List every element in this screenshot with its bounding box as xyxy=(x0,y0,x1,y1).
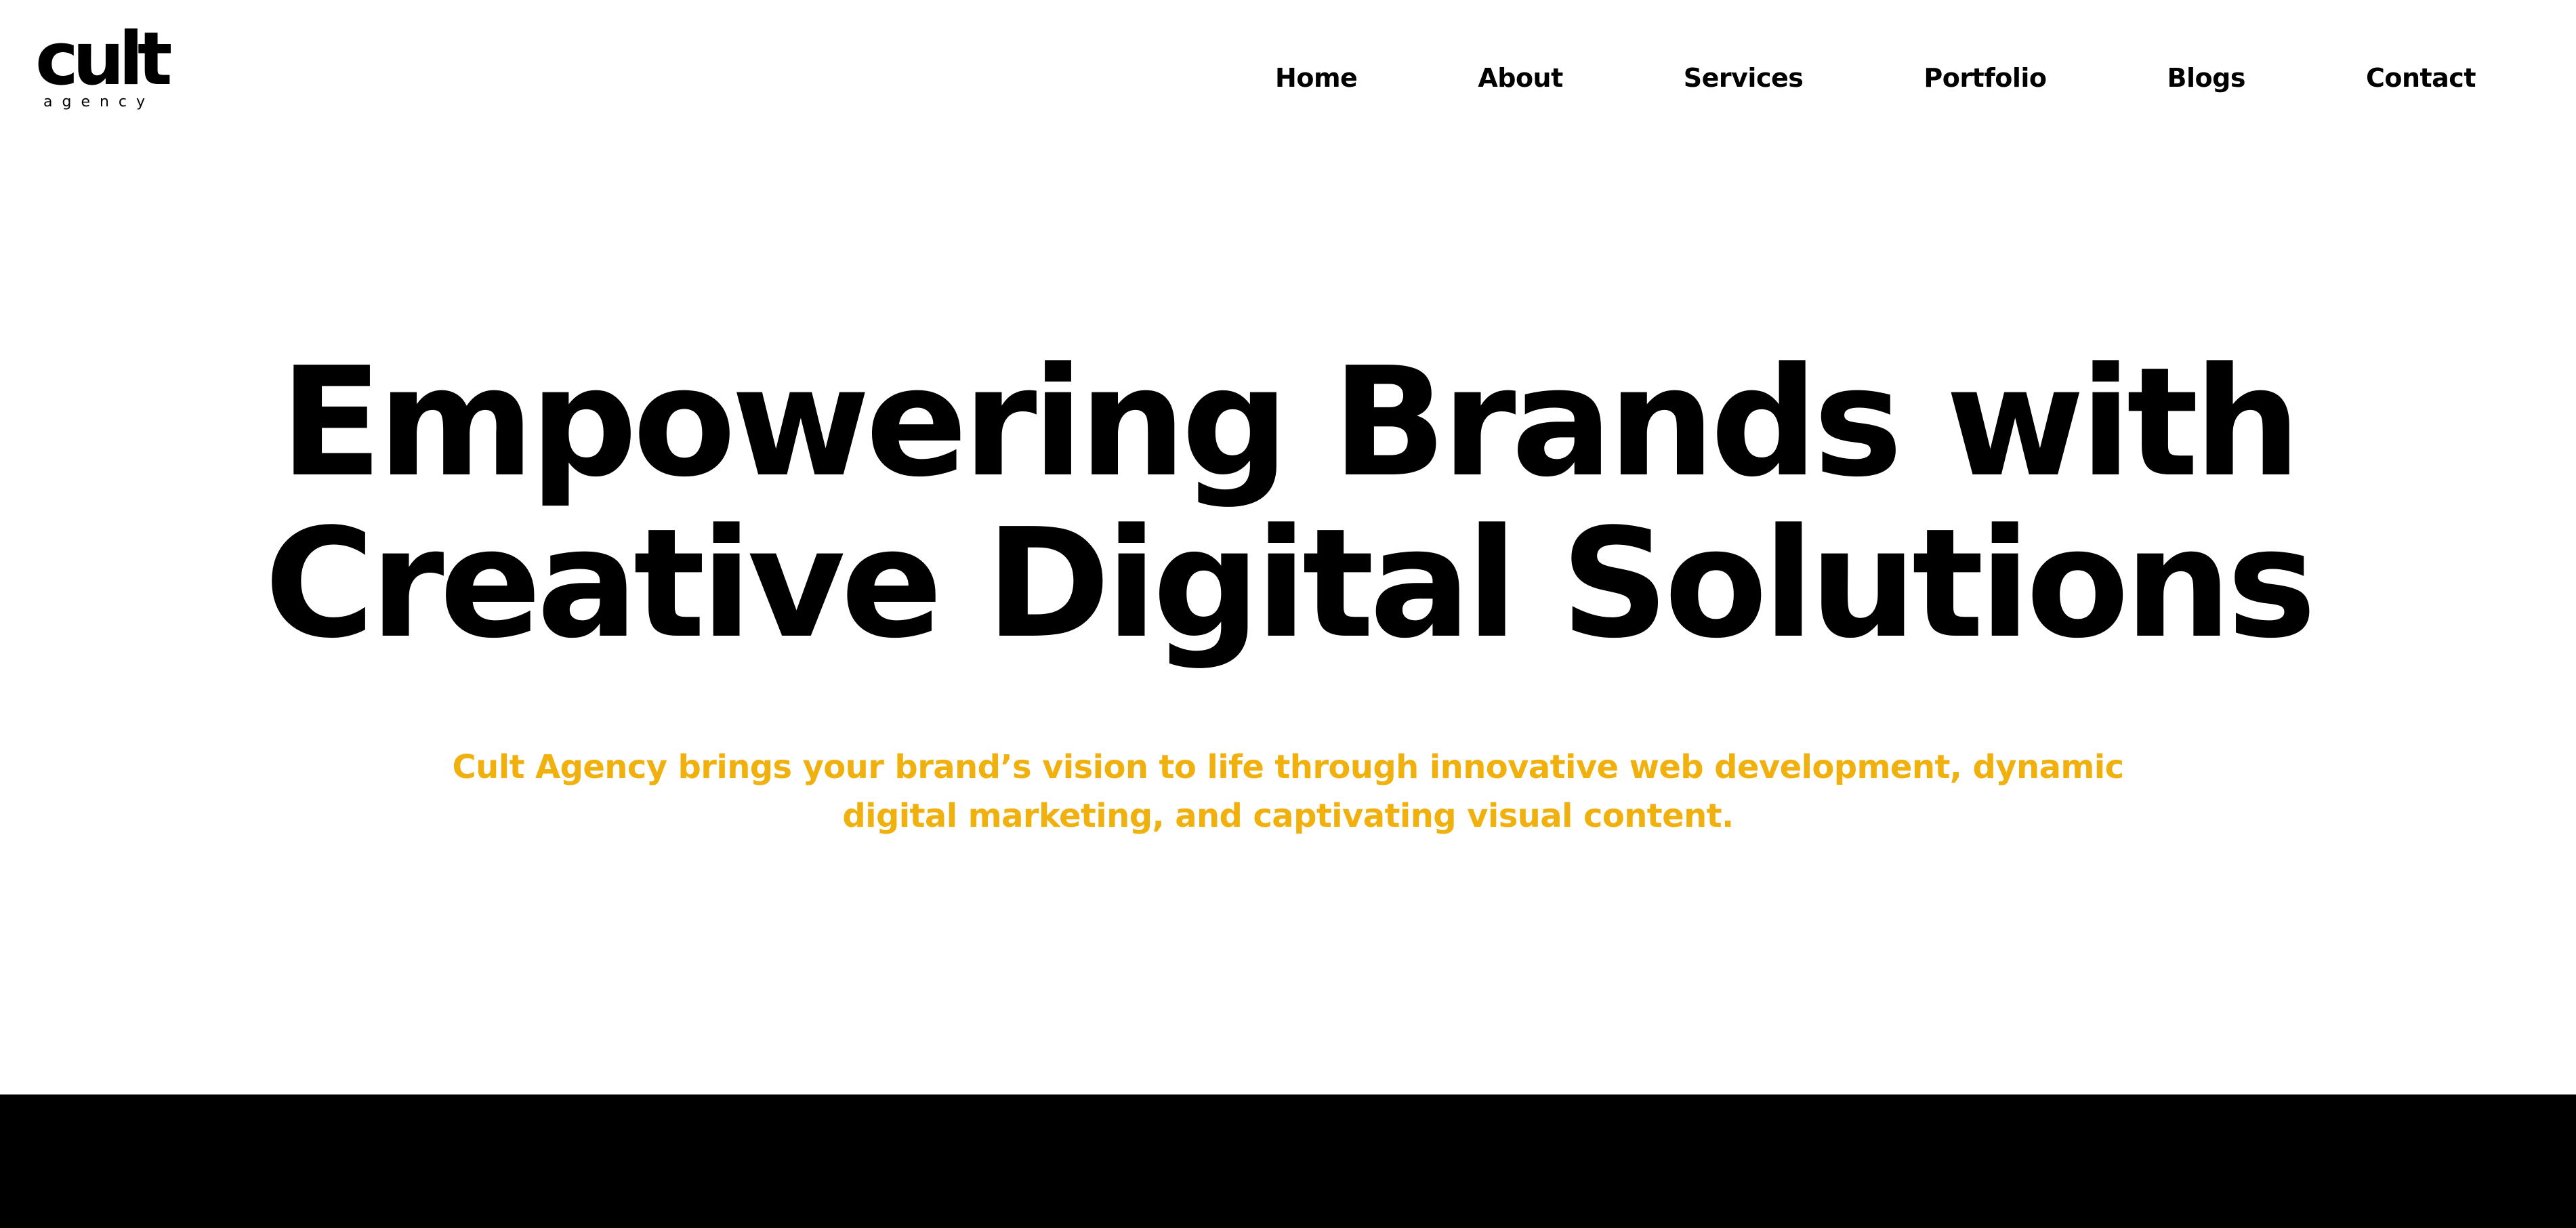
nav-about-link[interactable]: About xyxy=(1478,63,1563,93)
main-navigation: Home About Services Portfolio Blogs Cont… xyxy=(1275,54,2476,102)
nav-contact-link[interactable]: Contact xyxy=(2366,63,2476,93)
nav-blogs-link[interactable]: Blogs xyxy=(2167,63,2246,93)
cult-agency-logo[interactable]: cult agency xyxy=(35,23,173,117)
hero-headline: Empowering Brands with Creative Digital … xyxy=(0,342,2576,665)
nav-portfolio-link[interactable]: Portfolio xyxy=(1924,63,2047,93)
hero-section: Empowering Brands with Creative Digital … xyxy=(0,342,2576,840)
hero-tagline: Cult Agency brings your brand’s vision t… xyxy=(452,748,2125,835)
logo-wordmark: cult xyxy=(35,17,173,102)
dark-section-band xyxy=(0,1094,2576,1228)
logo-subtitle: agency xyxy=(43,94,155,110)
nav-home-link[interactable]: Home xyxy=(1275,63,1358,93)
nav-services-link[interactable]: Services xyxy=(1684,63,1804,93)
hero-headline-line-1: Empowering Brands with xyxy=(279,335,2301,510)
hero-headline-line-2: Creative Digital Solutions xyxy=(264,497,2317,672)
